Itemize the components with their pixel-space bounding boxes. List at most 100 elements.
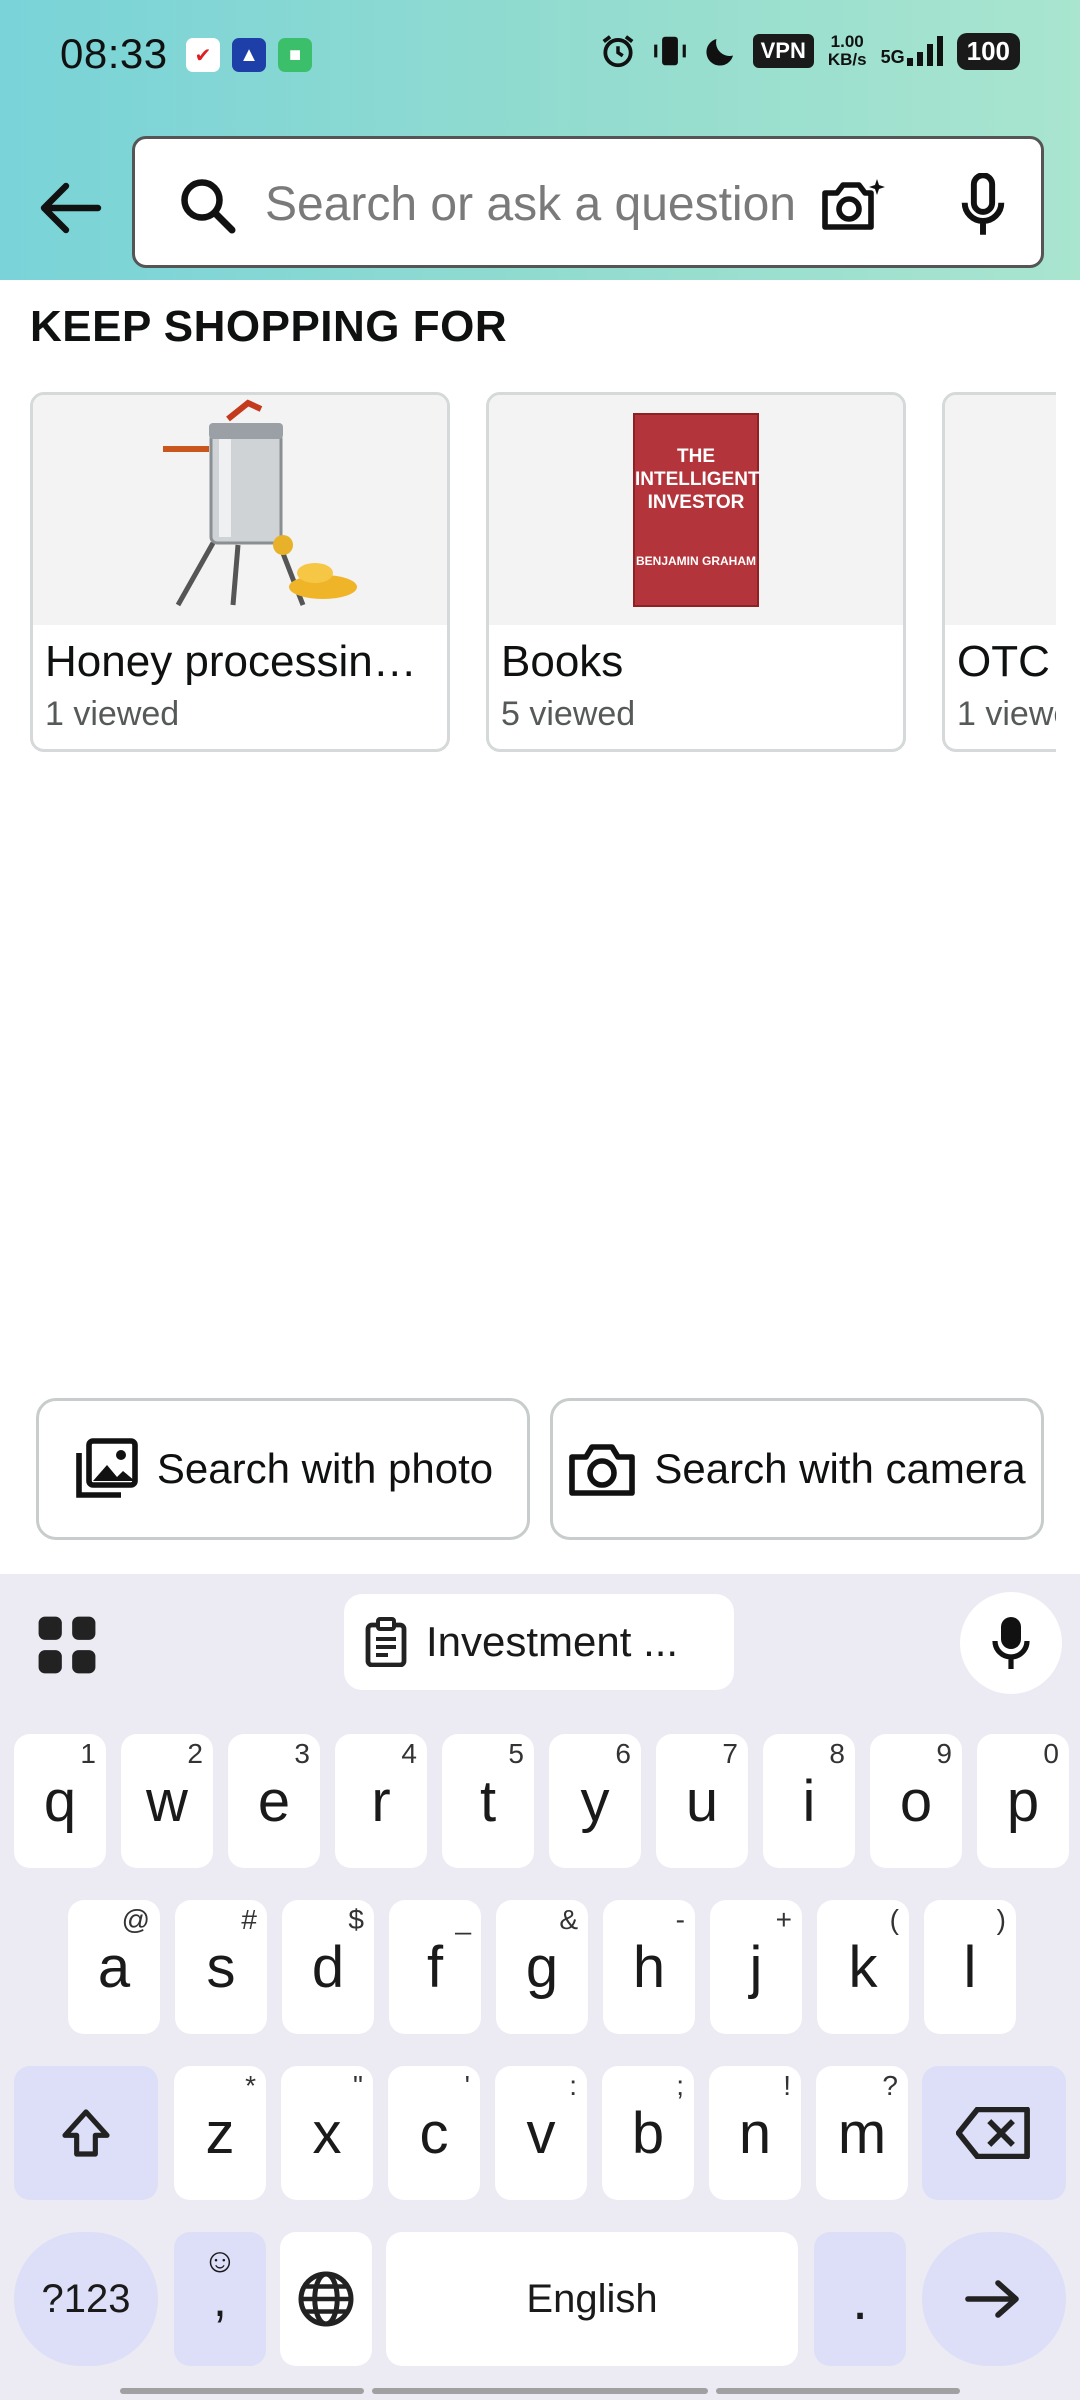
network-speed: 1.00 KB/s bbox=[827, 32, 867, 69]
key-hint: ) bbox=[996, 1904, 1006, 1935]
card-title: OTC m bbox=[957, 637, 1056, 686]
key-a[interactable]: a @ bbox=[68, 1900, 160, 2034]
key-label: y bbox=[580, 1768, 610, 1834]
key-z[interactable]: z * bbox=[174, 2066, 266, 2200]
key-v[interactable]: v: bbox=[495, 2066, 587, 2200]
card-subtitle: 1 viewed bbox=[957, 695, 1056, 733]
battery-indicator: 100 bbox=[956, 32, 1020, 70]
shift-icon bbox=[62, 2109, 110, 2157]
visual-search-button[interactable] bbox=[815, 167, 891, 243]
book-cover-image: THE INTELLIGENT INVESTOR BENJAMIN GRAHAM bbox=[633, 413, 760, 607]
nav-gesture-bar bbox=[120, 2388, 364, 2394]
key-hint: 5 bbox=[508, 1738, 524, 1769]
key-n[interactable]: n! bbox=[709, 2066, 801, 2200]
key-label: w bbox=[146, 1768, 188, 1834]
key-q[interactable]: q1 bbox=[14, 1734, 106, 1868]
key-p[interactable]: p0 bbox=[977, 1734, 1069, 1868]
globe-icon bbox=[298, 2271, 354, 2327]
key-label: d bbox=[311, 1934, 345, 2000]
grid-icon bbox=[38, 1616, 96, 1674]
card-title: Books bbox=[501, 637, 624, 686]
key-hint: $ bbox=[348, 1904, 364, 1935]
backspace-key[interactable] bbox=[922, 2066, 1066, 2200]
key-hint: + bbox=[775, 1904, 792, 1935]
key-label: x bbox=[312, 2100, 342, 2166]
key-u[interactable]: u7 bbox=[656, 1734, 748, 1868]
key-i[interactable]: i8 bbox=[763, 1734, 855, 1868]
product-image bbox=[33, 395, 447, 625]
key-hint: 2 bbox=[187, 1738, 203, 1769]
key-c[interactable]: c ' bbox=[388, 2066, 480, 2200]
key-w[interactable]: w2 bbox=[121, 1734, 213, 1868]
clipboard-suggestion[interactable]: Investment ... bbox=[344, 1594, 734, 1690]
search-with-photo-button[interactable]: Search with photo bbox=[36, 1398, 530, 1540]
soft-keyboard: Investment ... q 1 w 2 e 3 r 4 t 5 y 6 u 7 i 8 o 9 p 0 a @ s # d… bbox=[0, 1574, 1080, 2400]
key-hint: ? bbox=[882, 2070, 898, 2101]
key-f[interactable]: f _ bbox=[389, 1900, 481, 2034]
key-label: c bbox=[419, 2100, 449, 2166]
search-with-camera-button[interactable]: Search with camera bbox=[550, 1398, 1044, 1540]
keyboard-voice-button[interactable] bbox=[960, 1592, 1062, 1694]
alarm-icon bbox=[602, 35, 633, 68]
language-key[interactable] bbox=[280, 2232, 372, 2366]
space-key[interactable]: English bbox=[386, 2232, 798, 2366]
back-button[interactable] bbox=[30, 168, 110, 248]
key-hint: 4 bbox=[401, 1738, 417, 1769]
nav-gesture-bar bbox=[716, 2388, 960, 2394]
camera-icon bbox=[569, 1444, 636, 1496]
key-label: g bbox=[525, 1934, 559, 2000]
button-label: Search with photo bbox=[156, 1445, 494, 1492]
key-hint: _ bbox=[455, 1904, 471, 1935]
key-l[interactable]: l) bbox=[924, 1900, 1016, 2034]
period-key[interactable]: . bbox=[814, 2232, 906, 2366]
moon-icon bbox=[706, 39, 733, 66]
button-label: Search with camera bbox=[654, 1445, 1026, 1492]
voice-search-button[interactable] bbox=[945, 167, 1021, 243]
keep-shopping-carousel[interactable]: Honey processin… 1 viewed THE INTELLIGEN… bbox=[30, 392, 1056, 754]
notification-icons: ✔ ▲ ■ bbox=[186, 38, 312, 72]
search-bar[interactable] bbox=[132, 136, 1044, 268]
microphone-icon bbox=[961, 173, 1005, 235]
key-e[interactable]: e3 bbox=[228, 1734, 320, 1868]
key-hint: 0 bbox=[1043, 1738, 1059, 1769]
key-hint: : bbox=[569, 2070, 577, 2101]
shift-key[interactable] bbox=[14, 2066, 158, 2200]
card-subtitle: 5 viewed bbox=[501, 695, 636, 733]
key-b[interactable]: b; bbox=[602, 2066, 694, 2200]
key-k[interactable]: k( bbox=[817, 1900, 909, 2034]
key-label: n bbox=[738, 2100, 772, 2166]
key-m[interactable]: m? bbox=[816, 2066, 908, 2200]
status-bar: 08:33 ✔ ▲ ■ VPN 1.00 KB/s 5G 100 bbox=[0, 0, 1080, 110]
key-label: i bbox=[802, 1768, 816, 1834]
key-x[interactable]: x " bbox=[281, 2066, 373, 2200]
key-r[interactable]: r4 bbox=[335, 1734, 427, 1868]
key-s[interactable]: s # bbox=[175, 1900, 267, 2034]
section-title: KEEP SHOPPING FOR bbox=[30, 302, 508, 351]
key-hint: ' bbox=[464, 2070, 470, 2101]
key-h[interactable]: h- bbox=[603, 1900, 695, 2034]
card-books[interactable]: THE INTELLIGENT INVESTOR BENJAMIN GRAHAM… bbox=[486, 392, 906, 752]
key-g[interactable]: g & bbox=[496, 1900, 588, 2034]
apps-grid-button[interactable] bbox=[36, 1614, 98, 1681]
key-label: k bbox=[848, 1934, 878, 2000]
key-label: q bbox=[43, 1768, 77, 1834]
key-t[interactable]: t5 bbox=[442, 1734, 534, 1868]
go-key[interactable] bbox=[922, 2232, 1066, 2366]
keyboard-toolbar: Investment ... bbox=[0, 1574, 1080, 1710]
key-y[interactable]: y6 bbox=[549, 1734, 641, 1868]
key-label: l bbox=[963, 1934, 977, 2000]
key-o[interactable]: o9 bbox=[870, 1734, 962, 1868]
camera-sparkle-icon bbox=[822, 179, 885, 230]
emoji-comma-key[interactable]: , ☺ bbox=[174, 2232, 266, 2366]
key-hint: 6 bbox=[615, 1738, 631, 1769]
app-notification-icon: ■ bbox=[278, 38, 312, 72]
card-otc[interactable]: OTC m 1 viewed bbox=[942, 392, 1056, 752]
key-label: ?123 bbox=[41, 2276, 131, 2321]
key-j[interactable]: j + bbox=[710, 1900, 802, 2034]
symbols-key[interactable]: ?123 bbox=[14, 2232, 158, 2366]
key-label: h bbox=[632, 1934, 666, 2000]
key-label: j bbox=[749, 1934, 763, 2000]
key-d[interactable]: d $ bbox=[282, 1900, 374, 2034]
card-honey-processing[interactable]: Honey processin… 1 viewed bbox=[30, 392, 450, 752]
key-label: z bbox=[205, 2100, 235, 2166]
